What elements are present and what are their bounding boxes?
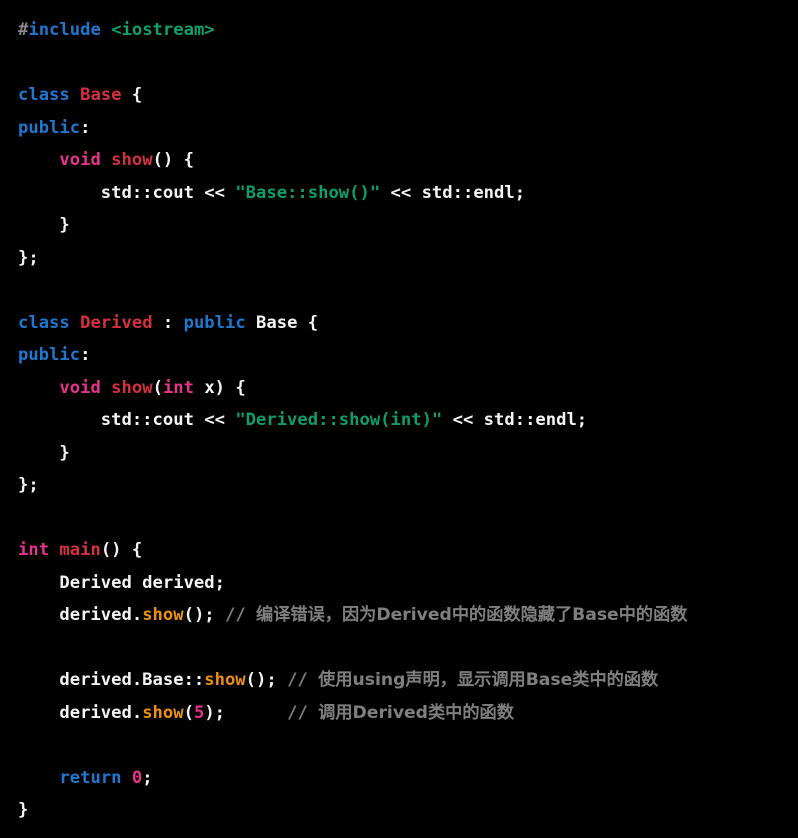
- code-line: public:: [18, 339, 798, 372]
- code-token-plain: (: [152, 377, 163, 398]
- code-token-comment: //: [225, 605, 257, 625]
- code-token-plain: {: [121, 85, 143, 105]
- code-token-plain: }: [18, 215, 70, 235]
- code-line: int main() {: [18, 534, 798, 567]
- code-token-plain: :: [80, 345, 91, 365]
- code-token-function-definition: main: [59, 540, 101, 560]
- code-token-preprocessor: #: [18, 20, 29, 40]
- code-token-plain: }: [18, 442, 70, 463]
- code-token-function-call: show: [142, 605, 184, 625]
- code-token-plain: ();: [245, 670, 288, 690]
- code-token-function-call: show: [142, 702, 184, 723]
- code-line: }: [18, 437, 798, 470]
- code-line: public:: [18, 112, 798, 145]
- code-line: }: [18, 209, 798, 242]
- code-token-string: "Base::show()": [235, 182, 381, 203]
- code-line: void show() {: [18, 144, 798, 177]
- code-token-plain: << std::endl;: [442, 410, 588, 430]
- code-token-plain: };: [18, 475, 39, 495]
- code-line: Derived derived;: [18, 567, 798, 600]
- code-token-class-name: Derived: [80, 312, 153, 333]
- code-token-string: "Derived::show(int)": [235, 410, 443, 430]
- code-line: }: [18, 794, 798, 827]
- code-token-function-definition: show: [111, 377, 153, 398]
- code-token-function-call: show: [204, 670, 246, 690]
- code-token-plain: :: [152, 312, 184, 333]
- code-line: derived.show(); // 编译错误，因为Derived中的函数隐藏了…: [18, 599, 798, 632]
- code-token-plain: };: [18, 247, 39, 268]
- code-token-comment: 调用Derived类中的函数: [318, 702, 514, 723]
- code-token-number: 5: [193, 702, 205, 723]
- code-token-plain: () {: [152, 150, 194, 170]
- code-token-type: void: [59, 377, 101, 398]
- code-token-comment: //: [287, 702, 319, 723]
- code-line: void show(int x) {: [18, 372, 798, 405]
- code-token-plain: ;: [142, 767, 153, 788]
- code-token-plain: derived.: [18, 702, 143, 723]
- code-token-plain: std::cout <<: [18, 182, 236, 203]
- code-line: std::cout << "Base::show()" << std::endl…: [18, 177, 798, 210]
- code-token-keyword: include: [28, 20, 101, 40]
- code-token-plain: (: [183, 702, 194, 723]
- code-token-plain: std::cout <<: [18, 410, 236, 430]
- code-token-include-header: <iostream>: [111, 20, 215, 40]
- code-token-plain: Derived derived;: [18, 572, 225, 593]
- code-line: };: [18, 469, 798, 502]
- code-token-keyword: public: [18, 345, 81, 365]
- code-token-type: void: [59, 150, 101, 170]
- code-line: class Derived : public Base {: [18, 307, 798, 340]
- code-token-type: int: [162, 377, 194, 398]
- code-line: return 0;: [18, 762, 798, 795]
- code-token-comment: //: [287, 670, 319, 690]
- code-token-plain: derived.: [18, 605, 143, 625]
- code-token-type: int: [18, 540, 50, 560]
- code-token-keyword: public: [183, 312, 246, 333]
- code-line: derived.show(5); // 调用Derived类中的函数: [18, 697, 798, 730]
- code-token-plain: );: [204, 702, 288, 723]
- code-token-plain: ();: [183, 605, 225, 625]
- code-token-number: 0: [131, 767, 143, 788]
- code-token-keyword: return: [59, 767, 122, 788]
- code-line: class Base {: [18, 79, 798, 112]
- code-token-comment: 使用using声明，显示调用Base类中的函数: [318, 670, 659, 690]
- code-listing: #include <iostream> class Base {public: …: [0, 0, 798, 827]
- code-token-plain: () {: [100, 540, 143, 560]
- code-token-plain: << std::endl;: [380, 182, 526, 203]
- code-token-comment: 编译错误，因为Derived中的函数隐藏了Base中的函数: [256, 605, 688, 625]
- code-token-keyword: class: [18, 85, 70, 105]
- code-token-plain: }: [18, 800, 29, 820]
- code-token-class-name: Base: [80, 85, 122, 105]
- code-token-plain: x) {: [193, 377, 246, 398]
- code-token-plain: derived.Base::: [18, 670, 205, 690]
- code-token-keyword: public: [18, 117, 81, 138]
- code-line: derived.Base::show(); // 使用using声明，显示调用B…: [18, 664, 798, 697]
- code-token-keyword: class: [18, 312, 70, 333]
- code-token-plain: :: [80, 117, 91, 138]
- code-token-function-definition: show: [111, 150, 153, 170]
- code-line: std::cout << "Derived::show(int)" << std…: [18, 404, 798, 437]
- code-token-plain: Base {: [245, 312, 319, 333]
- code-line: #include <iostream>: [18, 14, 798, 47]
- code-line: };: [18, 242, 798, 275]
